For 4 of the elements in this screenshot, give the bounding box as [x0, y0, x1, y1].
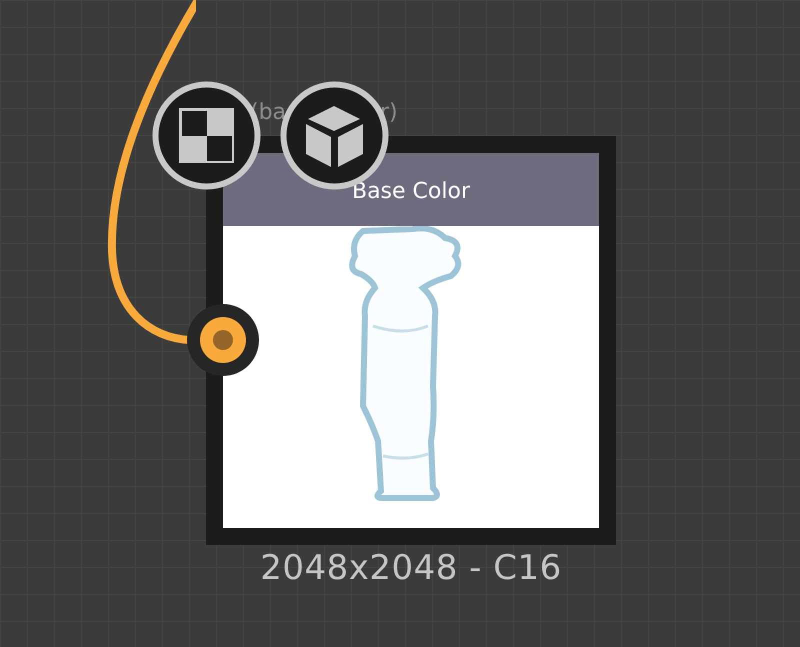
node-title: Base Color [352, 179, 470, 204]
input-port[interactable] [187, 304, 259, 376]
resolution-label: 2048x2048 - C16 [259, 548, 563, 588]
node-card[interactable]: Base Color [206, 136, 616, 545]
